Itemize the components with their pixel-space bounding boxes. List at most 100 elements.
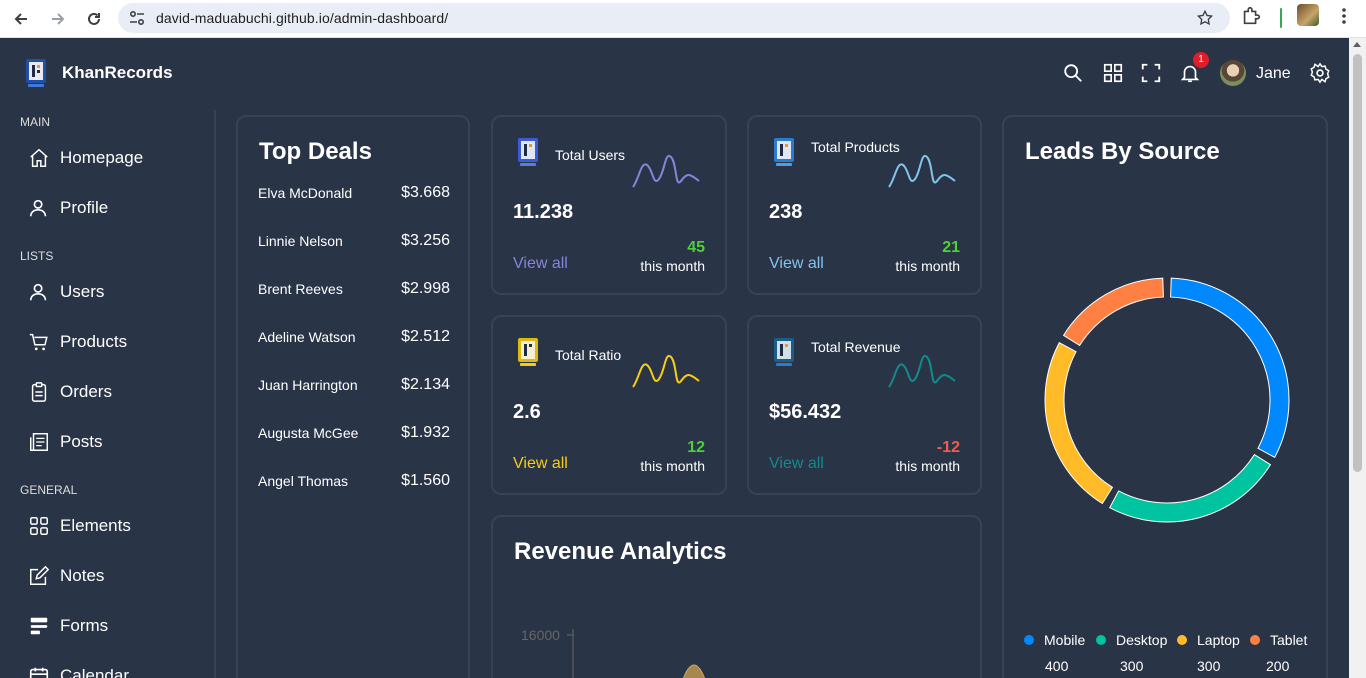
legend-label: Desktop	[1116, 632, 1168, 648]
reload-icon	[88, 12, 100, 25]
donut-slice-tablet[interactable]	[1062, 277, 1164, 347]
sidebar-item-homepage[interactable]: Homepage	[28, 144, 143, 172]
user-name[interactable]: Jane	[1256, 65, 1291, 83]
bookmark-star-icon[interactable]	[1196, 9, 1214, 27]
user-avatar[interactable]	[1220, 60, 1246, 86]
browser-toolbar: david-maduabuchi.github.io/admin-dashboa…	[0, 0, 1366, 38]
stat-box-revenue: Total Revenue $56.432 View all -12 this …	[747, 315, 982, 495]
address-bar[interactable]: david-maduabuchi.github.io/admin-dashboa…	[118, 3, 1230, 33]
legend-dot	[1250, 635, 1260, 645]
products-sparkline	[888, 154, 956, 188]
url-text: david-maduabuchi.github.io/admin-dashboa…	[156, 10, 449, 26]
stat-box-users: Total Users 11.238 View all 45 this mont…	[491, 115, 727, 295]
view-all-link[interactable]: View all	[769, 255, 824, 273]
deal-name: Linnie Nelson	[258, 233, 343, 249]
sidebar-item-notes[interactable]: Notes	[28, 562, 104, 590]
donut-slice-laptop[interactable]	[1044, 342, 1114, 505]
divider	[1280, 8, 1282, 28]
sidebar-item-products[interactable]: Products	[28, 328, 127, 356]
site-settings-icon[interactable]	[128, 10, 146, 26]
legend-value: 300	[1197, 658, 1221, 674]
sidebar-item-label: Orders	[60, 382, 112, 401]
arrow-left-icon	[14, 13, 27, 25]
sidebar-item-elements[interactable]: Elements	[28, 512, 131, 540]
scrollbar-thumb[interactable]	[1353, 54, 1362, 472]
box-value: 2.6	[513, 401, 541, 423]
donut-slice-desktop[interactable]	[1109, 453, 1272, 523]
sidebar-item-orders[interactable]: Orders	[28, 378, 112, 406]
box-percent: 21	[942, 239, 960, 256]
forms-icon	[30, 617, 48, 635]
scroll-up-arrow[interactable]	[1353, 42, 1361, 47]
extensions-icon[interactable]	[1240, 5, 1262, 27]
note-icon	[30, 565, 50, 585]
legend-dot	[1096, 635, 1106, 645]
settings-gear-icon[interactable]	[1309, 62, 1331, 84]
sidebar-item-label: Profile	[60, 198, 109, 217]
deal-name: Brent Reeves	[258, 281, 343, 297]
browser-profile-avatar[interactable]	[1297, 4, 1319, 26]
search-icon[interactable]	[1062, 62, 1084, 84]
deal-row[interactable]: Brent Reeves $2.998	[258, 280, 450, 298]
legend-item-laptop: Laptop	[1177, 632, 1240, 648]
sidebar-item-label: Products	[60, 332, 128, 351]
deal-row[interactable]: Elva McDonald $3.668	[258, 184, 450, 202]
fullscreen-icon[interactable]	[1140, 62, 1162, 84]
users-sparkline	[632, 154, 700, 188]
legend-item-mobile: Mobile	[1024, 632, 1085, 648]
revenue-area-chart	[567, 629, 706, 678]
deal-row[interactable]: Angel Thomas $1.560	[258, 472, 450, 490]
deal-amount: $2.134	[401, 376, 450, 393]
sidebar-item-label: Posts	[60, 432, 103, 451]
deal-row[interactable]: Augusta McGee $1.932	[258, 424, 450, 442]
page-scrollbar[interactable]	[1349, 38, 1366, 678]
box-value: $56.432	[769, 401, 842, 423]
deal-name: Elva McDonald	[258, 185, 353, 201]
users-box-icon	[518, 138, 538, 166]
more-menu-icon[interactable]	[1334, 6, 1354, 26]
sidebar: MAIN Homepage Profile LISTS Users Produc…	[0, 110, 216, 678]
donut-slice-mobile[interactable]	[1170, 277, 1290, 458]
legend-label: Mobile	[1044, 632, 1086, 648]
sidebar-item-calendar[interactable]: Calendar	[28, 662, 129, 678]
deal-amount: $3.668	[401, 184, 450, 201]
logo-icon	[26, 59, 46, 87]
deal-row[interactable]: Juan Harrington $2.134	[258, 376, 450, 394]
revenue-box-icon	[774, 338, 794, 366]
legend-value: 300	[1120, 658, 1144, 674]
revenue-area	[682, 664, 706, 678]
ratio-box-icon	[518, 338, 538, 366]
sidebar-item-profile[interactable]: Profile	[28, 194, 108, 222]
apps-grid-icon[interactable]	[1102, 62, 1124, 84]
deal-row[interactable]: Adeline Watson $2.512	[258, 328, 450, 346]
sidebar-section-general: GENERAL	[20, 483, 78, 497]
brand-logo[interactable]: KhanRecords	[24, 58, 173, 88]
revenue-sparkline	[888, 354, 956, 388]
box-percent: -12	[936, 439, 960, 456]
sidebar-item-users[interactable]: Users	[28, 278, 104, 306]
sidebar-item-forms[interactable]: Forms	[28, 612, 108, 640]
view-all-link[interactable]: View all	[513, 255, 568, 273]
legend-item-tablet: Tablet	[1250, 632, 1307, 648]
stat-box-products: Total Products 238 View all 21 this mont…	[747, 115, 982, 295]
view-all-link[interactable]: View all	[513, 455, 568, 473]
reload-button[interactable]	[79, 4, 109, 34]
leads-card: Leads By Source Mobile Desktop Laptop Ta…	[1002, 115, 1328, 678]
products-box-icon	[774, 138, 794, 166]
arrow-right-icon	[52, 13, 65, 25]
leads-donut-chart	[1044, 277, 1290, 523]
sidebar-item-posts[interactable]: Posts	[28, 428, 103, 456]
legend-item-desktop: Desktop	[1096, 632, 1167, 648]
sidebar-item-label: Forms	[60, 616, 109, 635]
back-button[interactable]	[6, 4, 36, 34]
sidebar-item-label: Homepage	[60, 148, 144, 167]
deal-row[interactable]: Linnie Nelson $3.256	[258, 232, 450, 250]
legend-label: Laptop	[1197, 632, 1240, 648]
forward-button[interactable]	[43, 4, 73, 34]
view-all-link[interactable]: View all	[769, 455, 824, 473]
box-period: this month	[895, 458, 960, 474]
home-icon	[30, 148, 48, 167]
revenue-analytics-card: Revenue Analytics 16000	[491, 515, 982, 678]
sidebar-item-label: Users	[60, 282, 105, 301]
sidebar-item-label: Notes	[60, 566, 105, 585]
